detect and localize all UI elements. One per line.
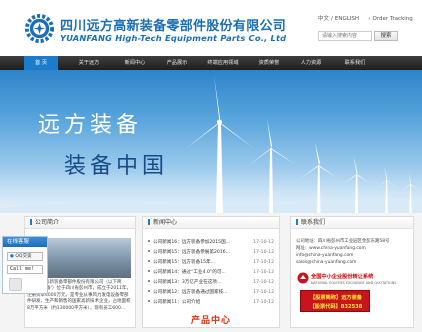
stock-abbr-line: 【股票简称】远方装备 (301, 294, 371, 301)
news-item-title[interactable]: 公司新闻15：远方装备15年... (153, 260, 215, 265)
title-bar (296, 219, 298, 225)
contact-website[interactable]: 网址：www.china-yuanfang.com (296, 246, 366, 252)
news-item[interactable]: 公司新闻15：远方装备参展第2016... 17-10-12 (148, 248, 274, 257)
news-item[interactable]: 公司新闻11：公司介绍 17-10-12 (148, 298, 274, 307)
news-item-date: 17-10-12 (253, 260, 274, 265)
stock-abbr-label: 【股票简称】 (310, 295, 342, 301)
top-links: 中文 / ENGLISH › Order Tracking (318, 14, 415, 22)
nav-item-about[interactable]: 关于远方 (72, 56, 106, 70)
news-item-date: 17-10-12 (253, 300, 274, 305)
company-name-cn: 四川远方高新装备零部件股份有限公司 (60, 19, 287, 34)
lang-separator: / (331, 16, 333, 22)
stock-code-line: 【股票代码】832538 (301, 303, 371, 310)
contact-address: 公司地址：四川省彭州市工业园区金彭东路58号 (296, 239, 390, 244)
contact-panel: 联系我们 公司地址：四川省彭州市工业园区金彭东路58号 网址：www.china… (290, 216, 414, 328)
header: 四川远方高新装备零部件股份有限公司 YUANFANG High-Tech Equ… (0, 0, 422, 56)
title-bar (30, 219, 32, 225)
neeq-logo-icon (297, 272, 309, 284)
nav-item-hr[interactable]: 人力资源 (294, 56, 328, 70)
lang-en-link[interactable]: ENGLISH (335, 16, 359, 22)
bullet-icon (148, 280, 150, 282)
neeq-subtitle: NATIONAL EQUITIES EXCHANGE AND QUOTATION… (311, 281, 397, 285)
news-item-title[interactable]: 公司新闻15：远方装备参展第2016... (153, 250, 230, 255)
banner-slogan-1: 远方装备 (38, 113, 143, 138)
qq-icon: ● (10, 254, 14, 259)
title-bar (148, 219, 150, 225)
online-service-title: 在线客服 (3, 237, 47, 247)
stock-code-value: 832538 (340, 304, 363, 310)
news-item[interactable]: 公司新闻12：远方装备通过国家技... 17-10-12 (148, 288, 274, 297)
separator (363, 16, 365, 22)
bullet-icon (148, 260, 150, 262)
news-item[interactable]: 公司新闻15：远方装备15年... 17-10-12 (148, 258, 274, 267)
wind-turbines-illustration (0, 75, 422, 213)
news-item[interactable]: 公司新闻14：通过“工业4.0”的可... 17-10-12 (148, 268, 274, 277)
products-section-title: 产品中心 (190, 316, 231, 326)
contact-title-text: 联系我们 (301, 219, 326, 226)
online-service-widget: 在线客服 ● QQ交谈 Call me! (2, 236, 48, 294)
news-item-date: 17-10-12 (253, 280, 274, 285)
bullet-icon (148, 250, 150, 252)
order-tracking-link[interactable]: Order Tracking (373, 16, 413, 22)
news-item-title[interactable]: 公司新闻16：远方装备参加2015国... (153, 240, 230, 245)
about-title-text: 公司简介 (35, 219, 60, 226)
bullet-icon (148, 290, 150, 292)
news-title-text: 新闻中心 (153, 219, 178, 226)
stock-abbr-value: 远方装备 (341, 295, 362, 301)
search-button[interactable]: 搜索 (374, 31, 398, 41)
bullet-icon (148, 270, 150, 272)
qq-chat-button[interactable]: ● QQ交谈 (7, 252, 43, 261)
news-item-date: 17-10-12 (253, 240, 274, 245)
banner-slogan-2: 装备中国 (64, 154, 169, 179)
stock-info-box: 【股票简称】远方装备 【股票代码】832538 (300, 290, 370, 312)
nav-item-contact[interactable]: 联系我们 (338, 56, 372, 70)
news-title: 新闻中心 (143, 217, 279, 229)
call-me-button[interactable]: Call me! (7, 265, 43, 274)
nav-item-home[interactable]: 首 页 (24, 56, 58, 70)
neeq-title: 全国中小企业股份转让系统 (311, 274, 374, 280)
stock-code-label: 【股票代码】 (309, 304, 341, 310)
news-item-title[interactable]: 公司新闻11：公司介绍 (153, 300, 200, 305)
news-item-title[interactable]: 公司新闻12：远方装备通过国家技... (153, 290, 228, 295)
contact-email-sales[interactable]: sales@china-yuanfang.com (296, 260, 356, 266)
qr-code-icon (9, 278, 22, 291)
news-item-title[interactable]: 公司新闻14：通过“工业4.0”的可... (153, 270, 226, 275)
news-item[interactable]: 公司新闻13：3万亿产业在这项... 17-10-12 (148, 278, 274, 287)
company-name-en: YUANFANG High-Tech Equipment Parts Co., … (60, 33, 287, 43)
nav-item-applications[interactable]: 终端应用领域 (200, 56, 246, 70)
news-item-date: 17-10-12 (253, 270, 274, 275)
nav-item-honors[interactable]: 资质荣誉 (252, 56, 286, 70)
news-item-title[interactable]: 公司新闻13：3万亿产业在这项... (153, 280, 221, 285)
bullet-icon (148, 240, 150, 242)
order-tracking-arrow-icon: › (368, 16, 371, 22)
page: 四川远方高新装备零部件股份有限公司 YUANFANG High-Tech Equ… (0, 0, 422, 332)
nav-item-news[interactable]: 新闻中心 (118, 56, 152, 70)
qq-chat-label: QQ交谈 (15, 254, 32, 259)
search-input[interactable] (318, 31, 372, 41)
nav-item-products[interactable]: 产品展示 (160, 56, 194, 70)
news-panel: 新闻中心 公司新闻16：远方装备参加2015国... 17-10-12 公司新闻1… (142, 216, 280, 328)
company-gear-logo-icon (24, 13, 55, 44)
main-nav: 首 页 关于远方 新闻中心 产品展示 终端应用领域 资质荣誉 人力资源 联系我们 (0, 56, 422, 70)
contact-email-info[interactable]: info@china-yuanfang.com (296, 253, 353, 259)
hero-banner: 远方装备 装备中国 (0, 70, 422, 213)
about-title: 公司简介 (25, 217, 135, 229)
news-item-date: 17-10-12 (253, 290, 274, 295)
bullet-icon (148, 300, 150, 302)
contact-title: 联系我们 (291, 217, 413, 229)
news-item-date: 17-10-12 (253, 250, 274, 255)
lang-cn-link[interactable]: 中文 (318, 16, 329, 22)
news-item[interactable]: 公司新闻16：远方装备参加2015国... 17-10-12 (148, 238, 274, 247)
